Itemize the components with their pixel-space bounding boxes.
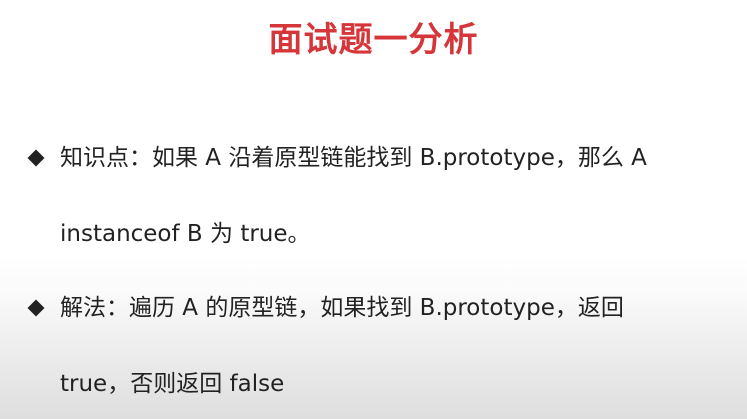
slide-title: 面试题一分析 xyxy=(268,20,479,60)
bullet-1-line-2: instanceof B 为 true。 xyxy=(60,221,311,247)
bullet-2-line-2: true，否则返回 false xyxy=(60,371,285,397)
diamond-bullet-icon xyxy=(27,149,45,167)
diamond-bullet-icon xyxy=(27,299,45,317)
bullet-2-line-1: 解法：遍历 A 的原型链，如果找到 B.prototype，返回 xyxy=(60,295,624,321)
bullet-1-line-1: 知识点：如果 A 沿着原型链能找到 B.prototype，那么 A xyxy=(60,145,647,171)
slide: { "theme": { "title_color": "#d5363a", "… xyxy=(0,0,747,419)
